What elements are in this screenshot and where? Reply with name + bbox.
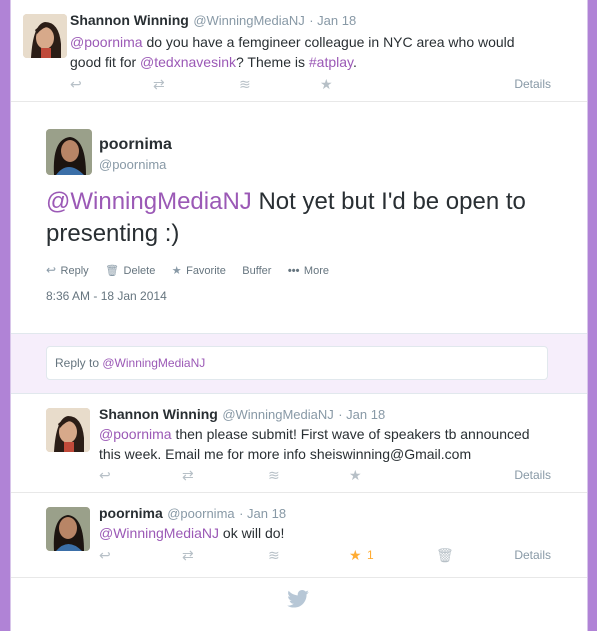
buffer-icon[interactable]: ≋ xyxy=(268,547,280,564)
tweet-text-part: this week. Email me for more info sheisw… xyxy=(99,446,472,462)
tweet-text: @poornima do you have a femgineer collea… xyxy=(70,32,570,72)
avatar-image xyxy=(46,129,92,175)
delete-icon[interactable]: 🗑 xyxy=(436,547,454,564)
details-link[interactable]: Details xyxy=(514,468,551,482)
reply-input[interactable]: Reply to @WinningMediaNJ xyxy=(46,346,548,380)
tweet-text-part: . xyxy=(352,54,357,70)
twitter-bird-icon xyxy=(287,590,309,613)
favorite-icon[interactable]: ★ xyxy=(349,467,362,484)
tweet-text: @poornima then please submit! First wave… xyxy=(99,424,569,464)
tweet-text: @WinningMediaNJ Not yet but I'd be open … xyxy=(46,186,566,250)
author-handle[interactable]: @WinningMediaNJ xyxy=(193,13,304,28)
reply-icon[interactable]: ↩ xyxy=(70,76,82,93)
retweet-icon[interactable]: ⇄ xyxy=(182,467,194,484)
tweet-text-part: ok will do! xyxy=(219,525,285,541)
author-name[interactable]: poornima xyxy=(99,136,172,154)
buffer-icon[interactable]: ≋ xyxy=(268,467,280,484)
author-handle[interactable]: @poornima xyxy=(167,506,234,521)
favorite-action[interactable]: Favorite xyxy=(186,265,226,277)
tweet-time[interactable]: · Jan 18 xyxy=(309,13,356,28)
author-handle[interactable]: @poornima xyxy=(99,157,172,172)
mention-link[interactable]: @WinningMediaNJ xyxy=(46,188,252,215)
avatar[interactable] xyxy=(46,408,90,452)
avatar-image xyxy=(23,14,67,58)
avatar-image xyxy=(46,408,90,452)
avatar[interactable] xyxy=(46,507,90,551)
reply-icon[interactable]: ↩ xyxy=(99,467,111,484)
delete-icon[interactable]: 🗑 xyxy=(105,265,119,277)
delete-action[interactable]: Delete xyxy=(124,265,156,277)
retweet-icon[interactable]: ⇄ xyxy=(182,547,194,564)
favorite-icon[interactable]: ★ xyxy=(349,547,362,564)
tweet-timestamp[interactable]: 8:36 AM - 18 Jan 2014 xyxy=(46,289,167,303)
more-action[interactable]: More xyxy=(304,265,329,277)
details-link[interactable]: Details xyxy=(514,77,551,91)
tweet-text-part: then please submit! First wave of speake… xyxy=(171,426,530,442)
more-icon[interactable]: ••• xyxy=(288,265,300,277)
retweet-icon[interactable]: ⇄ xyxy=(153,76,165,93)
tweet-text-part: do you have a femgineer colleague in NYC… xyxy=(142,34,515,50)
avatar-image xyxy=(46,507,90,551)
buffer-action[interactable]: Buffer xyxy=(242,265,271,277)
tweet-shannon-2[interactable]: Shannon Winning @WinningMediaNJ · Jan 18… xyxy=(11,394,587,493)
author-handle[interactable]: @WinningMediaNJ xyxy=(222,407,333,422)
favorite-icon[interactable]: ★ xyxy=(320,76,333,93)
reply-mention: @WinningMediaNJ xyxy=(102,356,206,370)
tweet-time[interactable]: · Jan 18 xyxy=(338,407,385,422)
reply-action[interactable]: Reply xyxy=(61,265,89,277)
favorite-count: 1 xyxy=(367,548,374,562)
mention-link[interactable]: @tedxnavesink xyxy=(140,54,236,70)
reply-prefix: Reply to xyxy=(55,356,103,370)
mention-link[interactable]: @poornima xyxy=(99,426,172,442)
mention-link[interactable]: @poornima xyxy=(70,34,143,50)
mention-link[interactable]: @WinningMediaNJ xyxy=(99,525,219,541)
tweet-time[interactable]: · Jan 18 xyxy=(239,506,286,521)
tweet-text-part: ? Theme is xyxy=(235,54,309,70)
main-tweet: poornima @poornima @WinningMediaNJ Not y… xyxy=(11,102,587,334)
author-name[interactable]: Shannon Winning xyxy=(70,12,189,28)
buffer-icon[interactable]: ≋ xyxy=(239,76,251,93)
avatar[interactable] xyxy=(46,129,92,175)
avatar[interactable] xyxy=(23,14,67,58)
favorite-icon[interactable]: ★ xyxy=(172,265,182,277)
tweet-shannon-1[interactable]: Shannon Winning @WinningMediaNJ · Jan 18… xyxy=(11,0,587,102)
details-link[interactable]: Details xyxy=(514,548,551,562)
reply-icon[interactable]: ↩ xyxy=(46,263,56,277)
author-name[interactable]: poornima xyxy=(99,505,163,521)
tweet-poornima-reply[interactable]: poornima @poornima · Jan 18 @WinningMedi… xyxy=(11,493,587,578)
tweet-text-part: good fit for xyxy=(70,54,141,70)
tweet-text: @WinningMediaNJ ok will do! xyxy=(99,523,569,543)
conversation-panel: Shannon Winning @WinningMediaNJ · Jan 18… xyxy=(10,0,588,631)
hashtag-link[interactable]: #atplay xyxy=(309,54,353,70)
author-name[interactable]: Shannon Winning xyxy=(99,406,218,422)
reply-icon[interactable]: ↩ xyxy=(99,547,111,564)
